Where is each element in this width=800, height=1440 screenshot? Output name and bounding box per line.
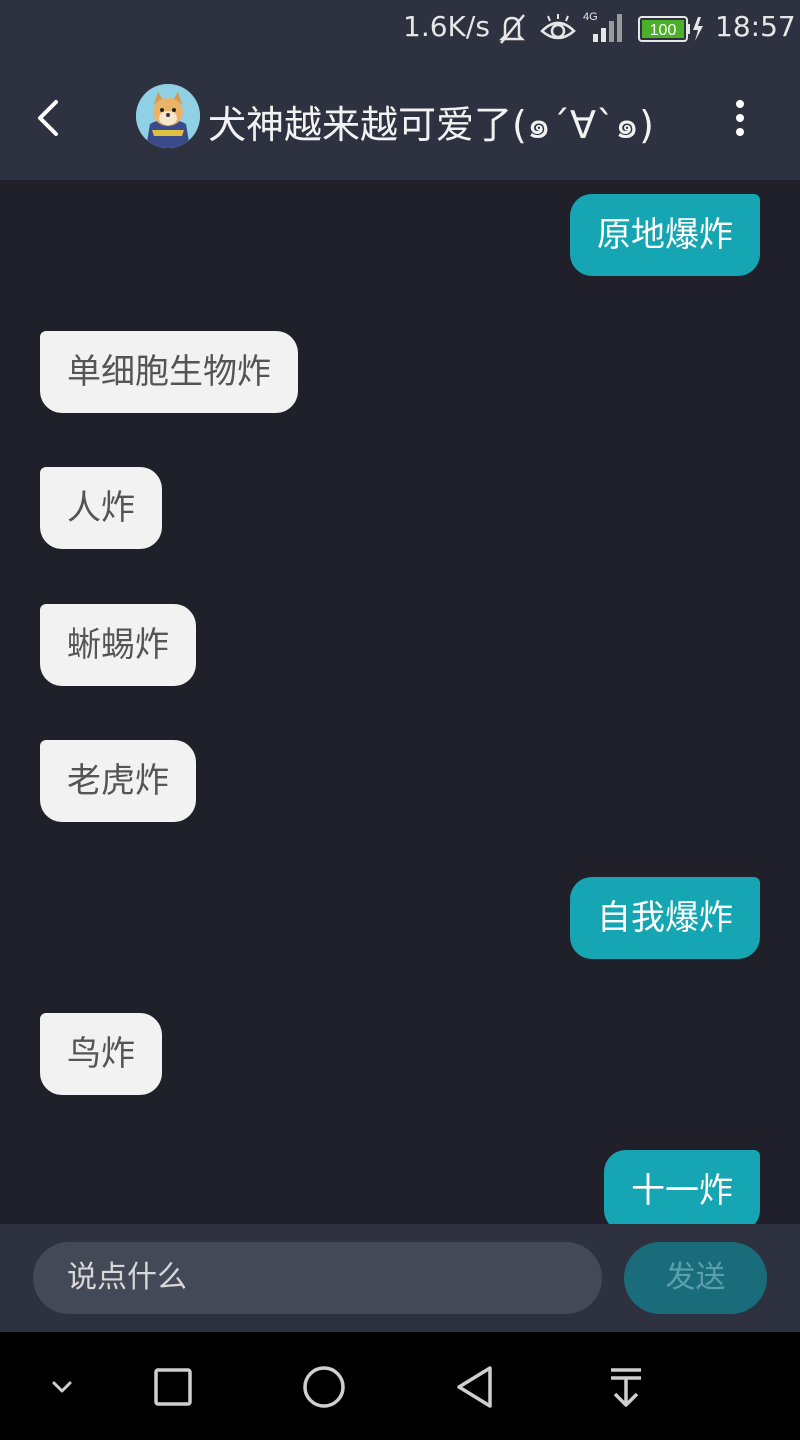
message-bubble-incoming[interactable]: 人炸 (40, 467, 162, 549)
message-bubble-outgoing[interactable]: 自我爆炸 (570, 877, 760, 959)
more-vertical-icon[interactable] (725, 96, 755, 140)
signal-icon: 4G (583, 8, 629, 52)
chevron-down-icon[interactable] (37, 1362, 87, 1412)
send-button[interactable]: 发送 (624, 1242, 767, 1314)
chat-screen: 1.6K/s 4G 100 18:57 犬神越来越可爱了(๑´∀`๑) 原地爆炸… (0, 0, 800, 1440)
recents-icon[interactable] (148, 1362, 198, 1412)
message-bubble-outgoing[interactable]: 十一炸 (604, 1150, 760, 1224)
status-bar: 1.6K/s 4G 100 18:57 (0, 0, 800, 58)
message-bubble-incoming[interactable]: 单细胞生物炸 (40, 331, 298, 413)
input-bar: 说点什么 发送 (0, 1224, 800, 1332)
chat-title: 犬神越来越可爱了(๑´∀`๑) (208, 103, 654, 147)
message-bubble-incoming[interactable]: 蜥蜴炸 (40, 604, 196, 686)
message-bubble-incoming[interactable]: 老虎炸 (40, 740, 196, 822)
battery-level: 100 (650, 22, 677, 39)
chat-header: 犬神越来越可爱了(๑´∀`๑) (0, 58, 800, 180)
eye-icon (539, 12, 577, 50)
mute-icon (497, 12, 527, 50)
message-bubble-incoming[interactable]: 鸟炸 (40, 1013, 162, 1095)
notification-pulldown-icon[interactable] (601, 1362, 651, 1412)
avatar[interactable] (136, 84, 200, 148)
battery-icon: 100 (638, 15, 706, 47)
home-icon[interactable] (299, 1362, 349, 1412)
message-list[interactable]: 原地爆炸 单细胞生物炸 人炸 蜥蜴炸 老虎炸 自我爆炸 鸟炸 十一炸 (0, 180, 800, 1224)
network-type-label: 4G (583, 11, 598, 23)
back-triangle-icon[interactable] (450, 1362, 500, 1412)
chevron-left-icon[interactable] (30, 96, 70, 140)
clock: 18:57 (715, 10, 796, 43)
navigation-bar (0, 1332, 800, 1440)
network-speed: 1.6K/s (403, 10, 490, 43)
message-input[interactable]: 说点什么 (33, 1242, 602, 1314)
message-bubble-outgoing[interactable]: 原地爆炸 (570, 194, 760, 276)
